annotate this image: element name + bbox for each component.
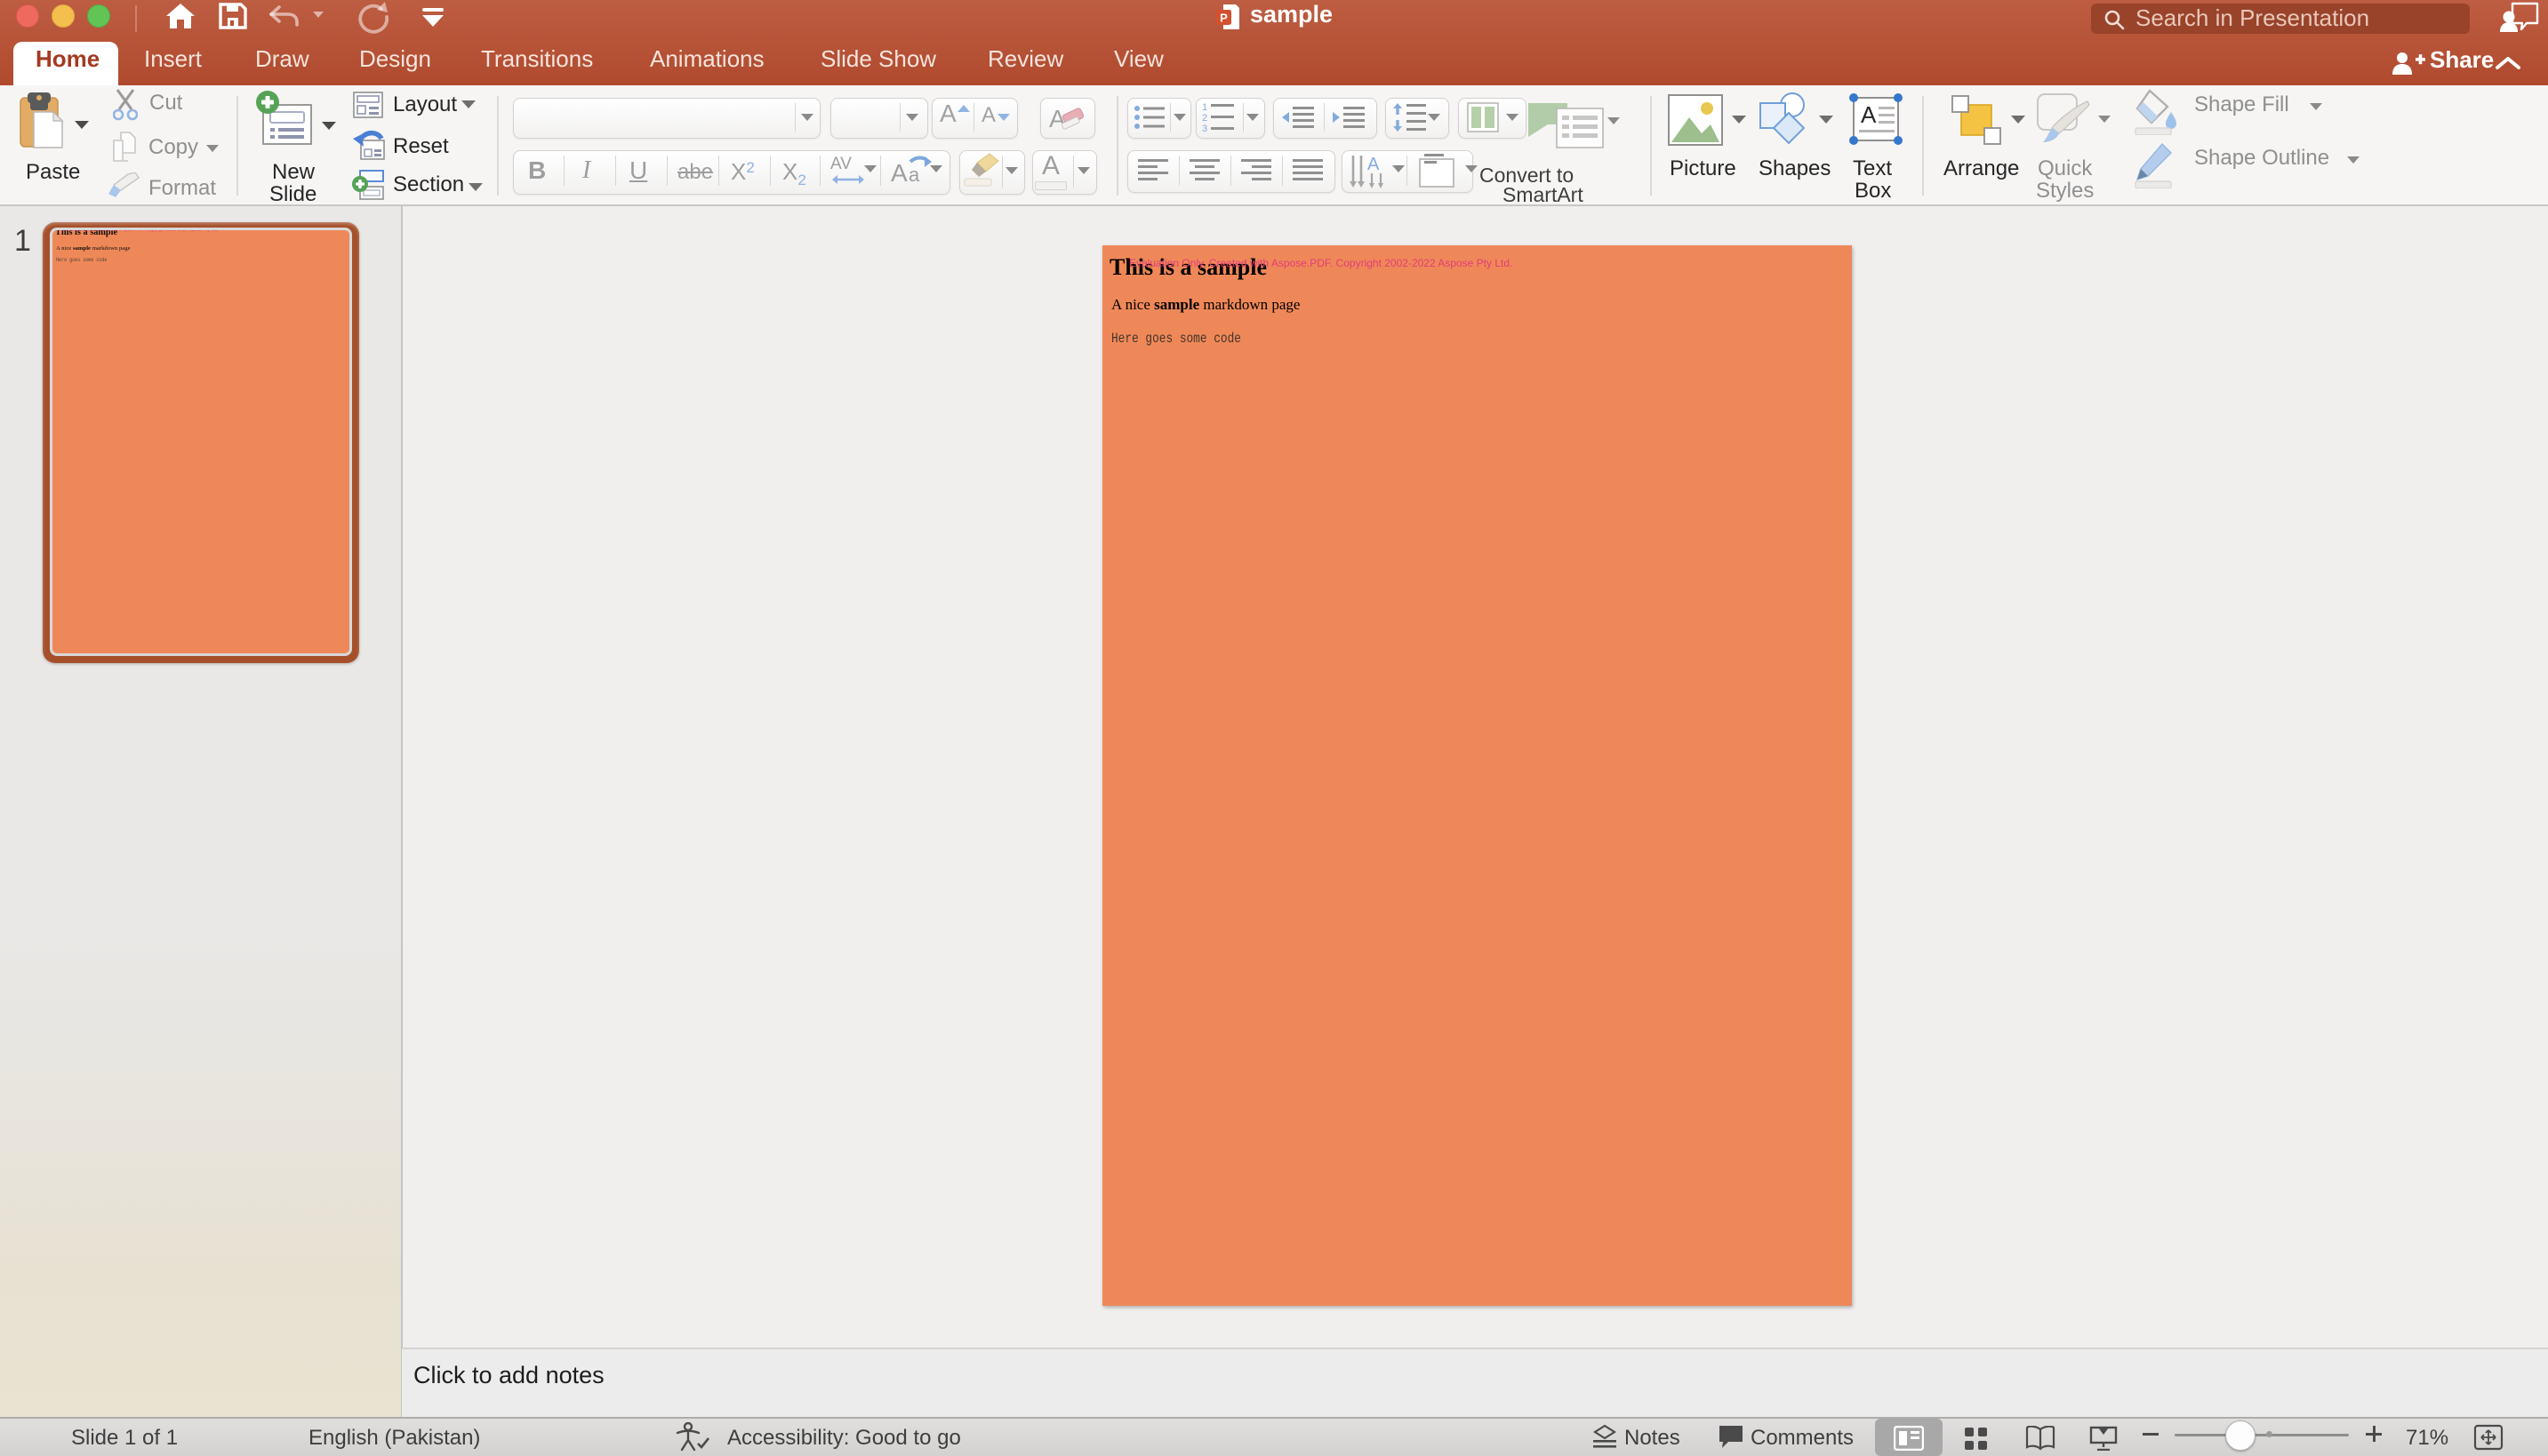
svg-text:A: A bbox=[891, 159, 908, 187]
svg-text:AV: AV bbox=[830, 155, 852, 173]
svg-text:A: A bbox=[1861, 101, 1877, 128]
svg-text:2: 2 bbox=[1202, 113, 1207, 124]
svg-text:3: 3 bbox=[1202, 124, 1207, 133]
svg-text:P: P bbox=[1220, 12, 1228, 25]
svg-text:a: a bbox=[909, 164, 920, 186]
svg-text:A: A bbox=[1367, 155, 1380, 174]
svg-text:1: 1 bbox=[1202, 102, 1207, 113]
